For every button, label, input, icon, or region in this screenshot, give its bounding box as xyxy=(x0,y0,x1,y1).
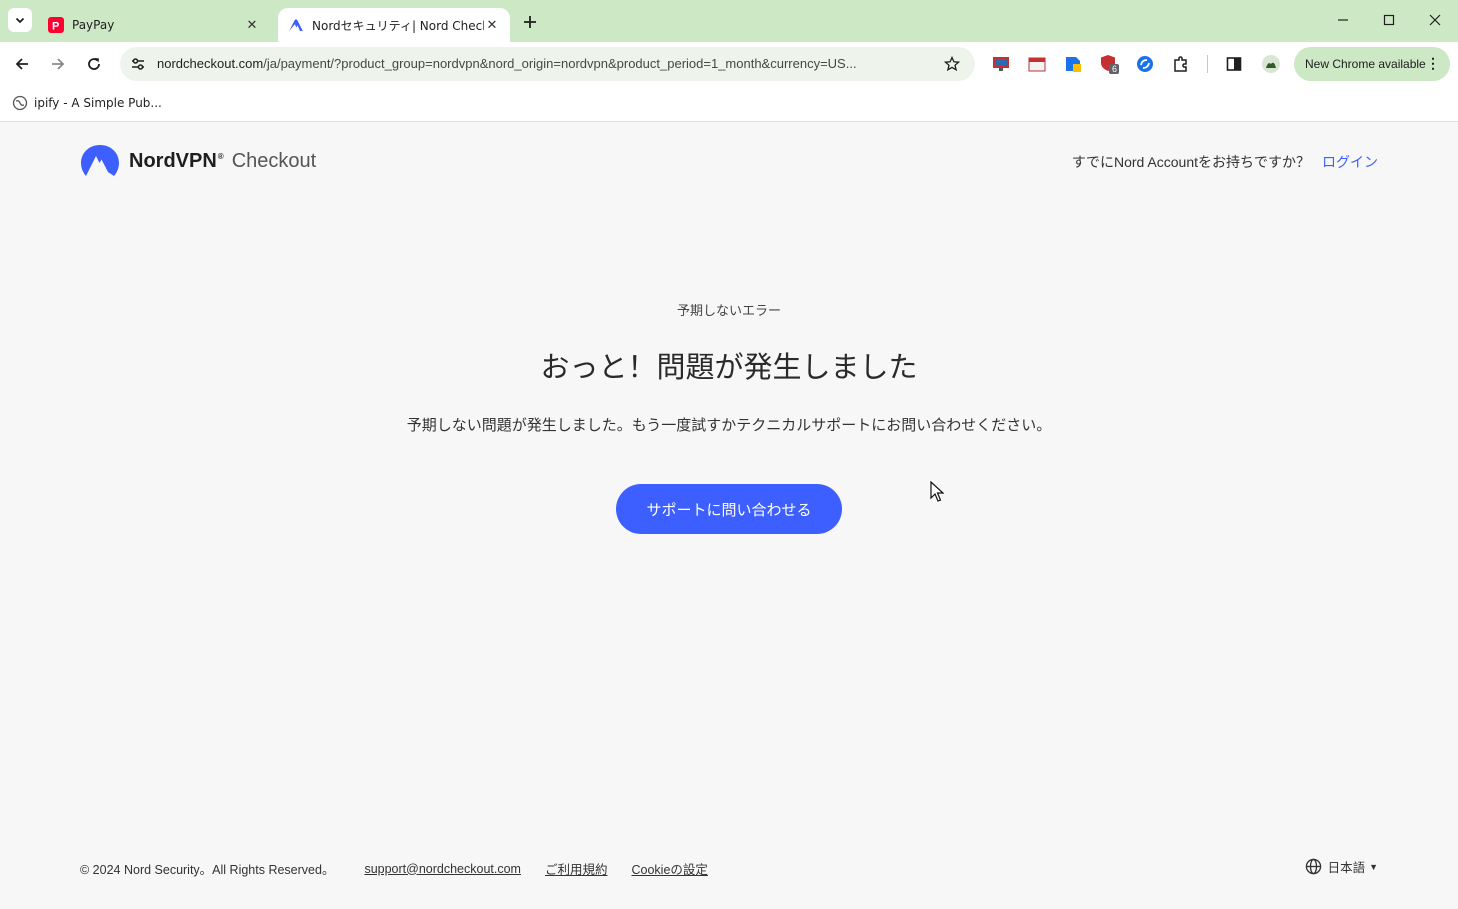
extension-sync-icon[interactable] xyxy=(1134,53,1156,75)
toolbar-divider xyxy=(1207,55,1208,73)
reload-button[interactable] xyxy=(80,50,108,78)
paypay-favicon: P xyxy=(48,17,64,33)
nordvpn-logo[interactable]: NordVPN® Checkout xyxy=(80,144,316,178)
brand-suffix: Checkout xyxy=(231,149,317,172)
bookmark-ipify[interactable]: ipify - A Simple Pub... xyxy=(12,93,162,113)
brand-text: NordVPN xyxy=(129,149,217,172)
menu-dots-icon[interactable]: ⋮ xyxy=(1426,55,1440,72)
update-label: New Chrome available xyxy=(1305,57,1426,71)
support-email-link[interactable]: support@nordcheckout.com xyxy=(364,862,521,876)
error-title: おっと！問題が発生しました xyxy=(540,350,918,384)
copyright-text: © 2024 Nord Security。All Rights Reserved… xyxy=(80,863,335,877)
chrome-update-button[interactable]: New Chrome available ⋮ xyxy=(1294,47,1450,81)
extension-calendar-icon[interactable] xyxy=(1026,53,1048,75)
forward-button[interactable] xyxy=(44,50,72,78)
registered-mark: ® xyxy=(217,151,224,161)
footer: © 2024 Nord Security。All Rights Reserved… xyxy=(80,859,708,878)
nordvpn-mountain-icon xyxy=(81,145,119,176)
extension-shield-icon[interactable]: 6 xyxy=(1098,53,1120,75)
tab-strip: P PayPay ✕ Nordセキュリティ| Nord Checkout ✕ xyxy=(0,0,1458,42)
globe-favicon xyxy=(12,95,28,111)
account-prompt-text: すでにNord Accountをお持ちですか？ xyxy=(1071,154,1310,170)
reload-icon xyxy=(88,58,100,70)
address-bar[interactable]: nordcheckout.com/ja/payment/?product_gro… xyxy=(120,47,975,81)
site-settings-icon[interactable] xyxy=(126,52,150,76)
arrow-left-icon xyxy=(15,58,28,70)
url-host: nordcheckout.com xyxy=(157,56,264,71)
profile-avatar[interactable] xyxy=(1260,53,1282,75)
maximize-button[interactable] xyxy=(1366,6,1412,34)
tab-paypay[interactable]: P PayPay ✕ xyxy=(40,8,268,42)
side-panel-icon[interactable] xyxy=(1223,53,1245,75)
minimize-icon xyxy=(1338,19,1348,21)
bookmark-label: ipify - A Simple Pub... xyxy=(34,96,162,110)
error-description: 予期しない問題が発生しました。もう一度試すかテクニカルサポートにお問い合わせくだ… xyxy=(406,416,1052,434)
login-link[interactable]: ログイン xyxy=(1322,154,1378,170)
chevron-down-icon xyxy=(15,17,25,24)
bookmarks-bar: ipify - A Simple Pub... xyxy=(0,86,1458,209)
bookmark-star-icon[interactable] xyxy=(941,53,963,75)
nordvpn-favicon xyxy=(288,17,304,33)
back-button[interactable] xyxy=(8,50,36,78)
browser-toolbar: nordcheckout.com/ja/payment/?product_gro… xyxy=(0,42,1458,86)
extension-translate-icon[interactable] xyxy=(1062,53,1084,75)
url-text[interactable]: nordcheckout.com/ja/payment/?product_gro… xyxy=(157,56,932,71)
contact-support-button[interactable]: サポートに問い合わせる xyxy=(616,484,842,534)
tab-nord-checkout[interactable]: Nordセキュリティ| Nord Checkout ✕ xyxy=(278,8,510,42)
svg-text:P: P xyxy=(52,21,59,33)
arrow-right-icon xyxy=(52,58,65,70)
caret-down-icon: ▼ xyxy=(1369,861,1378,872)
globe-icon xyxy=(1305,858,1321,875)
close-window-button[interactable] xyxy=(1412,6,1458,34)
close-icon xyxy=(1429,14,1441,26)
close-tab-icon[interactable]: ✕ xyxy=(244,17,260,33)
error-kicker: 予期しないエラー xyxy=(676,304,781,319)
cookie-settings-link[interactable]: Cookieの設定 xyxy=(632,859,708,878)
tab-search-button[interactable] xyxy=(8,8,32,32)
extension-badge: 6 xyxy=(1112,64,1118,74)
new-tab-button[interactable] xyxy=(518,10,542,34)
extension-monitor-icon[interactable] xyxy=(990,53,1012,75)
url-path: /ja/payment/?product_group=nordvpn&nord_… xyxy=(263,56,857,71)
close-tab-icon[interactable]: ✕ xyxy=(484,17,500,33)
minimize-button[interactable] xyxy=(1320,6,1366,34)
maximize-icon xyxy=(1383,14,1395,26)
tab-title: Nordセキュリティ| Nord Checkout xyxy=(312,18,484,33)
tab-title: PayPay xyxy=(72,18,115,32)
brand-name: NordVPN® xyxy=(129,150,224,173)
extensions-puzzle-icon[interactable] xyxy=(1170,53,1192,75)
plus-icon xyxy=(524,16,536,28)
checkout-page: NordVPN® Checkout すでにNord Accountをお持ちですか… xyxy=(0,122,1458,909)
mouse-cursor-icon xyxy=(930,481,944,502)
language-selector[interactable]: 日本語 ▼ xyxy=(1305,857,1378,876)
terms-link[interactable]: ご利用規約 xyxy=(545,859,608,878)
language-label: 日本語 xyxy=(1327,861,1366,875)
account-prompt: すでにNord Accountをお持ちですか？ ログイン xyxy=(1072,152,1378,172)
